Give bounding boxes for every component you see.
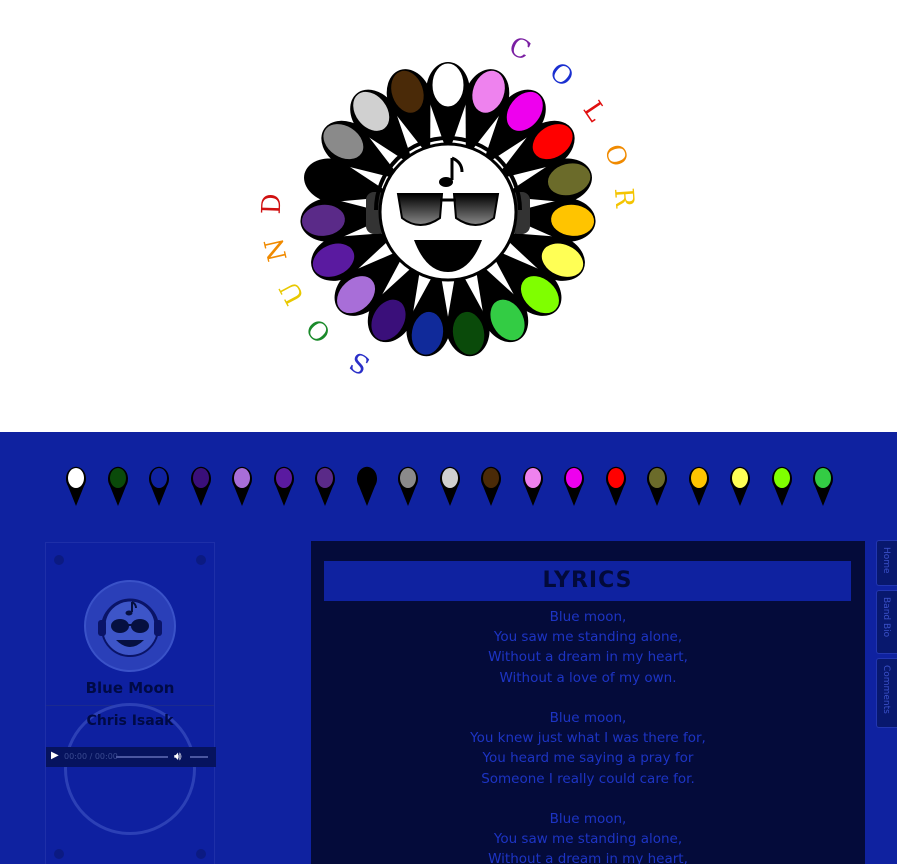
- color-pick[interactable]: [563, 464, 585, 508]
- color-pick[interactable]: [314, 464, 336, 508]
- logo-color-letter: R: [608, 187, 639, 210]
- logo-color-letter: L: [577, 96, 612, 127]
- color-pick[interactable]: [148, 464, 170, 508]
- volume-icon[interactable]: 🔊︎: [174, 749, 182, 764]
- color-pick[interactable]: [65, 464, 87, 508]
- logo-sound-letter: D: [257, 193, 288, 215]
- color-pick[interactable]: [231, 464, 253, 508]
- lyrics-header: LYRICS: [324, 561, 851, 601]
- color-pick[interactable]: [729, 464, 751, 508]
- logo-sound-letter: N: [259, 235, 293, 264]
- nav-tab-label: Comments: [881, 665, 891, 714]
- lyrics-text: Blue moon, You saw me standing alone, With…: [311, 607, 865, 864]
- logo-color-letter: O: [598, 141, 633, 171]
- nav-tab-band-bio[interactable]: Band Bio: [876, 590, 897, 654]
- song-title: Blue Moon: [85, 679, 175, 697]
- nav-tab-label: Home: [881, 547, 891, 574]
- screw: [196, 849, 206, 859]
- nav-tab-label: Band Bio: [881, 597, 891, 638]
- play-icon[interactable]: ▶: [51, 750, 59, 761]
- color-pick[interactable]: [273, 464, 295, 508]
- lyrics-stanza: Blue moon, You knew just what I was there…: [311, 708, 865, 789]
- lyrics-line: You knew just what I was there for,: [470, 730, 706, 747]
- color-pick[interactable]: [397, 464, 419, 508]
- color-pick[interactable]: [439, 464, 461, 508]
- color-pick[interactable]: [480, 464, 502, 508]
- color-pick[interactable]: [107, 464, 129, 508]
- smiley-headphones-icon: [98, 598, 162, 657]
- color-pick[interactable]: [356, 464, 378, 508]
- nav-tab-home[interactable]: Home: [876, 540, 897, 586]
- color-pick[interactable]: [688, 464, 710, 508]
- color-pick[interactable]: [646, 464, 668, 508]
- lyrics-panel: LYRICS Blue moon, You saw me standing alo…: [311, 541, 865, 864]
- lyrics-line: You saw me standing alone,: [493, 831, 683, 848]
- time-display: 00:00 / 00:00: [64, 752, 118, 761]
- color-pick[interactable]: [812, 464, 834, 508]
- lyrics-line: Without a dream in my heart,: [488, 851, 688, 864]
- logo-sound-letter: S: [345, 345, 375, 380]
- logo-color-letter: O: [543, 57, 579, 94]
- main-section: Blue Moon Chris Isaak ▶ 00:00 / 00:00 🔊︎…: [0, 432, 897, 864]
- color-pick-row: [0, 432, 897, 522]
- sound-color-emblem: COLORSOUND: [257, 31, 640, 380]
- color-pick[interactable]: [190, 464, 212, 508]
- logo-sound-letter: U: [274, 276, 311, 309]
- nav-tab-comments[interactable]: Comments: [876, 658, 897, 728]
- color-pick[interactable]: [771, 464, 793, 508]
- audio-controls: ▶ 00:00 / 00:00 🔊︎: [46, 747, 216, 767]
- lyrics-line: Blue moon,: [549, 710, 627, 726]
- lyrics-line: Without a dream in my heart,: [488, 649, 688, 666]
- screw: [54, 849, 64, 859]
- color-pick[interactable]: [522, 464, 544, 508]
- artist-name: Chris Isaak: [86, 713, 174, 729]
- lyrics-line: You heard me saying a pray for: [482, 750, 694, 767]
- lyrics-line: Someone I really could care for.: [481, 770, 695, 787]
- color-pick[interactable]: [605, 464, 627, 508]
- lyrics-line: Blue moon,: [549, 609, 627, 625]
- lyrics-line: Without a love of my own.: [499, 669, 677, 686]
- logo-color-letter: C: [504, 31, 534, 67]
- lyrics-line: Blue moon,: [549, 811, 627, 827]
- lyrics-line: You saw me standing alone,: [493, 629, 683, 646]
- album-art: [84, 580, 176, 672]
- logo-sound-letter: O: [301, 312, 337, 348]
- lyrics-stanza: Blue moon, You saw me standing alone, With…: [311, 607, 865, 688]
- volume-slider[interactable]: [190, 756, 208, 758]
- sound-color-logo: COLORSOUND: [0, 0, 897, 432]
- lyrics-stanza: Blue moon, You saw me standing alone, With…: [311, 809, 865, 864]
- seek-bar[interactable]: [116, 756, 168, 758]
- music-player: Blue Moon Chris Isaak ▶ 00:00 / 00:00 🔊︎: [45, 542, 216, 864]
